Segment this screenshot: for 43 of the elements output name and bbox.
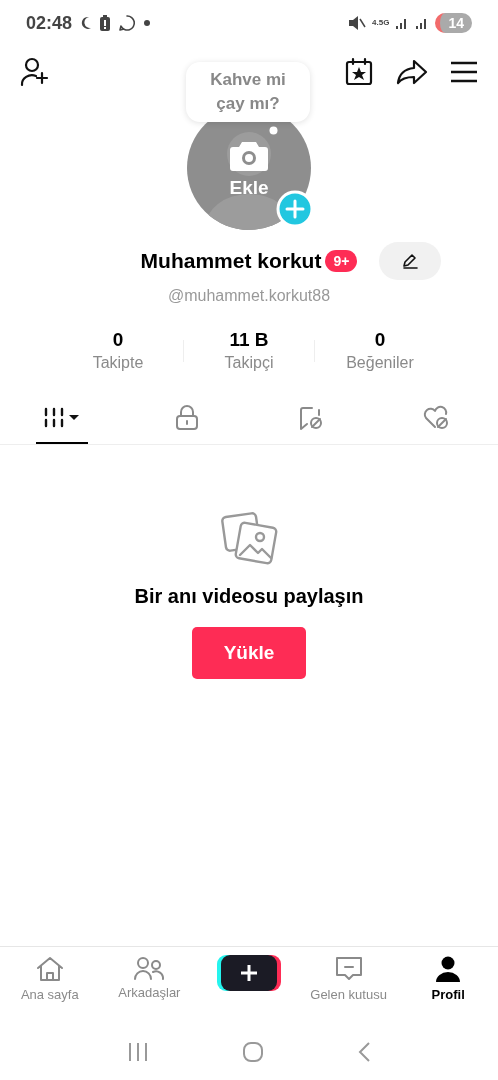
notification-badge: 9+ <box>325 250 358 272</box>
profile-name: Muhammet korkut <box>140 248 322 275</box>
heart-hidden-icon <box>421 405 450 431</box>
person-icon <box>435 955 462 983</box>
username: @muhammet.korkut88 <box>167 286 331 306</box>
nav-tab[interactable]: Ana sayfa <box>0 955 100 1005</box>
empty-message: Bir anı videosu paylaşın <box>134 584 364 609</box>
photos-icon <box>220 509 278 567</box>
recent-apps-icon[interactable] <box>126 1042 149 1062</box>
pencil-icon <box>401 253 419 269</box>
stat-value: 11 B <box>229 328 269 352</box>
bookmark-hidden-icon <box>298 405 325 431</box>
share-icon[interactable] <box>396 58 428 86</box>
grid-icon <box>43 407 82 429</box>
upload-button[interactable]: Yükle <box>192 627 306 679</box>
nav-tab[interactable]: Arkadaşlar <box>99 955 200 1003</box>
moon-icon <box>80 16 93 30</box>
plus-icon <box>240 964 258 982</box>
add-photo-button[interactable] <box>276 190 314 228</box>
dot-icon <box>144 20 151 26</box>
network-label: 4.5G <box>372 19 390 27</box>
edit-profile-button[interactable] <box>379 242 441 280</box>
message-icon <box>333 955 364 983</box>
stat-label: Beğeniler <box>346 353 414 373</box>
avatar-label: Ekle <box>229 175 269 200</box>
menu-icon[interactable] <box>450 61 478 83</box>
battery-alert-icon <box>100 15 111 31</box>
nav-tab[interactable]: Profil <box>398 955 498 1005</box>
hint-tooltip: Kahve mi çay mı? <box>186 62 310 122</box>
stat-label: Takipte <box>92 353 144 373</box>
stat-value: 0 <box>374 328 386 352</box>
stat-value: 0 <box>112 328 124 352</box>
nav-tab[interactable]: Gelen kutusu <box>298 955 399 1005</box>
back-icon[interactable] <box>357 1041 372 1063</box>
home-icon <box>34 955 65 983</box>
camera-icon <box>229 139 269 172</box>
battery-indicator: 14 <box>435 13 472 33</box>
stat-label: Takipçi <box>224 353 274 373</box>
clock: 02:48 <box>26 11 73 35</box>
people-icon <box>133 955 166 981</box>
mute-icon <box>348 15 367 31</box>
bubble-dot-icon <box>269 126 278 135</box>
lock-icon <box>174 405 199 431</box>
